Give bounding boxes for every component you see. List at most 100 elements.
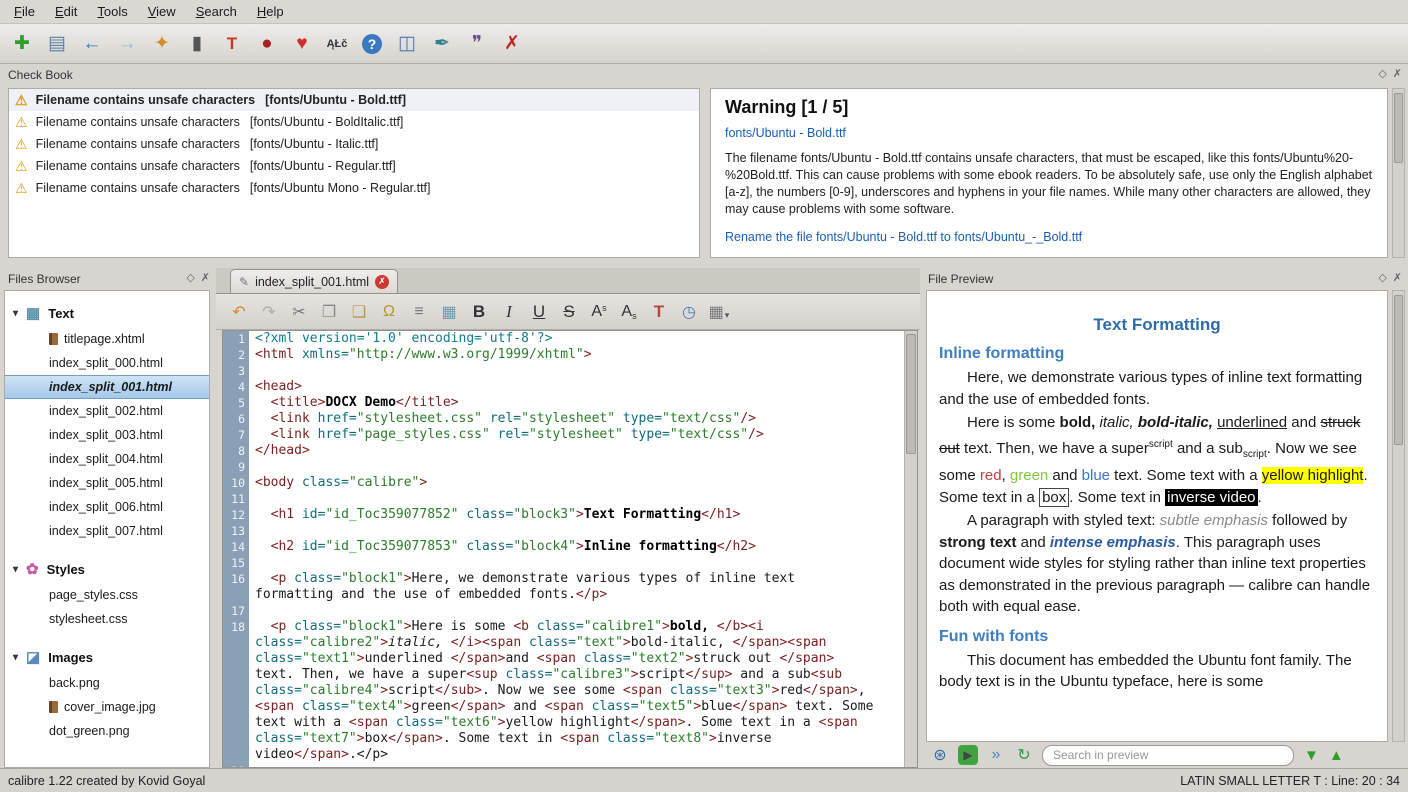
paste-icon[interactable]: ❏	[346, 299, 372, 325]
expand-caret-icon[interactable]: ▾	[13, 652, 18, 663]
tab-index-split-001[interactable]: ✎ index_split_001.html ✗	[230, 269, 398, 293]
editor-toolbar: ↶↷✂❐❏Ω≡▦BIUSAsAsT◷▦▾	[216, 294, 920, 330]
preview-paragraph: A paragraph with styled text: subtle emp…	[939, 510, 1375, 618]
undo-icon[interactable]: ↶	[226, 299, 252, 325]
preview-search-input[interactable]	[1042, 745, 1294, 766]
section-images[interactable]: ▾◪Images	[5, 643, 209, 671]
code-editor: 12345678910111213141516171819 <?xml vers…	[222, 330, 918, 768]
redo-icon[interactable]: ↷	[256, 299, 282, 325]
insert-tag-icon[interactable]: T	[646, 299, 672, 325]
insert-special-character-icon[interactable]: Ω	[376, 299, 402, 325]
files-browser-close-icon[interactable]: ✗	[201, 271, 210, 284]
expand-caret-icon[interactable]: ▾	[13, 308, 18, 319]
section-styles[interactable]: ▾✿Styles	[5, 555, 209, 583]
file-item-index_split_005.html[interactable]: index_split_005.html	[5, 471, 209, 495]
warning-file-link[interactable]: fonts/Ubuntu - Bold.ttf	[725, 126, 1373, 140]
check-book-close-icon[interactable]: ✗	[1393, 67, 1402, 80]
cut-icon[interactable]: ✂	[286, 299, 312, 325]
device-preview-icon[interactable]: ▮	[183, 30, 211, 58]
check-issue-row[interactable]: ⚠Filename contains unsafe characters[fon…	[9, 133, 699, 155]
warning-rename-link[interactable]: Rename the file fonts/Ubuntu - Bold.ttf …	[725, 230, 1373, 244]
refresh-preview-icon[interactable]: ↻	[1012, 743, 1036, 767]
book-icon	[49, 333, 58, 345]
status-bar: calibre 1.22 created by Kovid Goyal LATI…	[0, 768, 1408, 792]
file-preview-title: File Preview	[920, 272, 993, 286]
check-detail-scrollbar[interactable]	[1392, 88, 1405, 258]
check-issue-row[interactable]: ⚠Filename contains unsafe characters[fon…	[9, 111, 699, 133]
undo-icon[interactable]: ←	[78, 30, 106, 58]
subscript-icon[interactable]: As	[616, 299, 642, 325]
menu-help[interactable]: Help	[247, 1, 294, 22]
text-section-icon: ▦	[26, 304, 40, 322]
file-item-index_split_003.html[interactable]: index_split_003.html	[5, 423, 209, 447]
file-item-dot_green.png[interactable]: dot_green.png	[5, 719, 209, 743]
warning-triangle-icon: ⚠	[15, 180, 28, 197]
run-preview-icon[interactable]: ▶	[956, 743, 980, 767]
open-viewer-icon[interactable]: ◫	[393, 30, 421, 58]
file-item-index_split_002.html[interactable]: index_split_002.html	[5, 399, 209, 423]
check-book-float-icon[interactable]: ◇	[1378, 67, 1386, 80]
warning-triangle-icon: ⚠	[15, 92, 28, 109]
menu-edit[interactable]: Edit	[45, 1, 87, 22]
check-issue-row[interactable]: ⚠Filename contains unsafe characters[fon…	[9, 155, 699, 177]
check-issue-row[interactable]: ⚠Filename contains unsafe characters[fon…	[9, 89, 699, 111]
preview-subheading: Fun with fonts	[939, 628, 1375, 646]
code-line: <p class="block1">Here, we demonstrate v…	[255, 571, 904, 587]
file-item-back.png[interactable]: back.png	[5, 671, 209, 695]
check-issue-row[interactable]: ⚠Filename contains unsafe characters[fon…	[9, 177, 699, 199]
file-preview-close-icon[interactable]: ✗	[1393, 271, 1402, 284]
underline-icon[interactable]: U	[526, 299, 552, 325]
copy-icon[interactable]: ❐	[316, 299, 342, 325]
superscript-icon[interactable]: As	[586, 299, 612, 325]
insert-template-icon[interactable]: ◷	[676, 299, 702, 325]
menu-view[interactable]: View	[138, 1, 186, 22]
check-book-bug-icon[interactable]: ●	[253, 30, 281, 58]
arrange-list-icon[interactable]: ≡	[406, 299, 432, 325]
files-browser-float-icon[interactable]: ◇	[186, 271, 194, 284]
file-item-index_split_001.html[interactable]: index_split_001.html	[5, 375, 209, 399]
bold-icon[interactable]: B	[466, 299, 492, 325]
smarten-punctuation-icon[interactable]: ❞	[463, 30, 491, 58]
file-item-index_split_006.html[interactable]: index_split_006.html	[5, 495, 209, 519]
expand-caret-icon[interactable]: ▾	[13, 564, 18, 575]
insert-character-quill-icon[interactable]: ✒	[428, 30, 456, 58]
beautify-broom-icon[interactable]: ✦	[148, 30, 176, 58]
italic-icon[interactable]: I	[496, 299, 522, 325]
file-item-index_split_000.html[interactable]: index_split_000.html	[5, 351, 209, 375]
file-item-cover_image.jpg[interactable]: cover_image.jpg	[5, 695, 209, 719]
code-line: formatting and the use of embedded fonts…	[255, 587, 904, 603]
tab-close-icon[interactable]: ✗	[375, 275, 389, 289]
file-item-index_split_007.html[interactable]: index_split_007.html	[5, 519, 209, 543]
redo-icon[interactable]: →	[113, 30, 141, 58]
strikethrough-icon[interactable]: S	[556, 299, 582, 325]
next-match-icon[interactable]: ▼	[1304, 747, 1319, 764]
file-item-index_split_004.html[interactable]: index_split_004.html	[5, 447, 209, 471]
code-text-area[interactable]: <?xml version='1.0' encoding='utf-8'?><h…	[249, 331, 904, 767]
donate-heart-icon[interactable]: ♥	[288, 30, 316, 58]
file-item-titlepage.xhtml[interactable]: titlepage.xhtml	[5, 327, 209, 351]
preview-paragraph: This document has embedded the Ubuntu fo…	[939, 650, 1375, 693]
preview-browser-icon[interactable]: ⊛	[928, 743, 952, 767]
file-item-page_styles.css[interactable]: page_styles.css	[5, 583, 209, 607]
warning-triangle-icon: ⚠	[15, 158, 28, 175]
main-toolbar: ✚▤←→✦▮T●♥ĄŁč?◫✒❞✗	[0, 24, 1408, 64]
editor-scrollbar[interactable]	[904, 331, 917, 767]
detach-preview-icon[interactable]: »	[984, 743, 1008, 767]
file-preview-float-icon[interactable]: ◇	[1378, 271, 1386, 284]
preview-scrollbar[interactable]	[1392, 290, 1405, 742]
spell-check-icon[interactable]: ĄŁč	[323, 30, 351, 58]
menu-search[interactable]: Search	[186, 1, 247, 22]
open-book-icon[interactable]: ▤	[43, 30, 71, 58]
menu-tools[interactable]: Tools	[87, 1, 137, 22]
section-text[interactable]: ▾▦Text	[5, 299, 209, 327]
insert-table-icon[interactable]: ▦▾	[706, 299, 732, 325]
insert-image-icon[interactable]: ▦	[436, 299, 462, 325]
remove-close-icon[interactable]: ✗	[498, 30, 526, 58]
help-icon[interactable]: ?	[358, 30, 386, 58]
code-line: class="text1">underlined </span>and <spa…	[255, 651, 904, 667]
new-file-icon[interactable]: ✚	[8, 30, 36, 58]
previous-match-icon[interactable]: ▲	[1329, 747, 1344, 764]
file-item-stylesheet.css[interactable]: stylesheet.css	[5, 607, 209, 631]
edit-toc-icon[interactable]: T	[218, 30, 246, 58]
menu-file[interactable]: File	[4, 1, 45, 22]
